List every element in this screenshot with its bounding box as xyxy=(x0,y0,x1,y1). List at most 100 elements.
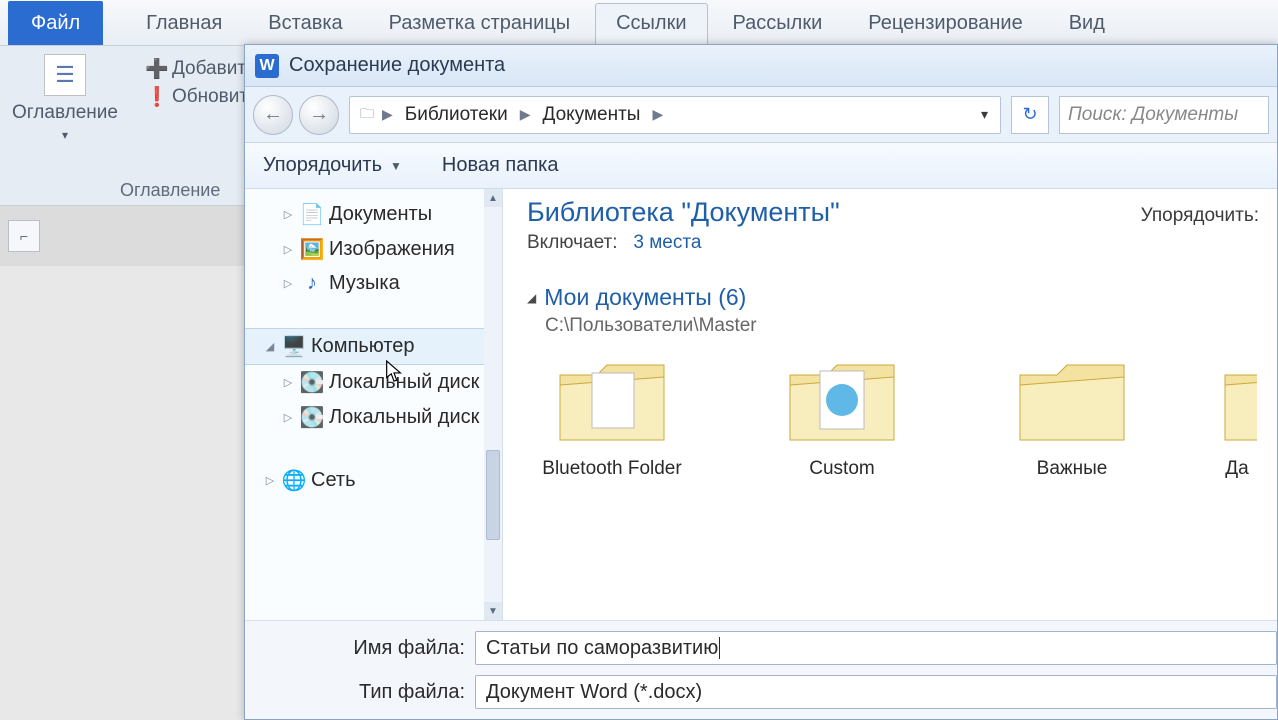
documents-icon: 📄 xyxy=(301,202,323,227)
filetype-row: Тип файла: Документ Word (*.docx) xyxy=(335,675,1277,709)
refresh-button[interactable]: ↻ xyxy=(1011,96,1049,134)
expand-icon[interactable]: ▷ xyxy=(281,411,295,424)
cursor-icon xyxy=(383,359,405,385)
ruler-corner-icon[interactable]: ⌐ xyxy=(8,220,40,252)
dialog-fields: Имя файла: Статьи по саморазвитию Тип фа… xyxy=(245,620,1277,719)
dialog-toolbar: Упорядочить ▼ Новая папка xyxy=(245,143,1277,189)
tree-item-documents[interactable]: ▷ 📄 Документы xyxy=(245,197,502,232)
breadcrumb-root[interactable]: Библиотеки xyxy=(395,104,518,126)
tree-item-images[interactable]: ▷ 🖼️ Изображения xyxy=(245,232,502,267)
folder-label: Да xyxy=(1225,458,1248,480)
folder-icon xyxy=(1217,355,1257,450)
tree-item-music[interactable]: ▷ ♪ Музыка xyxy=(245,267,502,300)
nav-tree: ▷ 📄 Документы ▷ 🖼️ Изображения ▷ ♪ Музык… xyxy=(245,189,503,620)
network-icon: 🌐 xyxy=(283,468,305,493)
toc-icon[interactable]: ☰ xyxy=(44,54,86,96)
images-icon: 🖼️ xyxy=(301,237,323,262)
expand-icon[interactable]: ▷ xyxy=(263,474,277,487)
sort-by-button[interactable]: Упорядочить: xyxy=(1141,205,1259,227)
folder-label: Bluetooth Folder xyxy=(542,458,681,480)
breadcrumb-dropdown-icon[interactable]: ▾ xyxy=(973,106,996,123)
tree-item-label: Документы xyxy=(329,203,432,226)
folder-label: Важные xyxy=(1037,458,1108,480)
tree-item-label: Компьютер xyxy=(311,335,415,358)
tree-item-network[interactable]: ▷ 🌐 Сеть xyxy=(245,463,502,498)
library-title: Библиотека "Документы" xyxy=(527,197,840,228)
folder-label: Custom xyxy=(809,458,874,480)
chevron-right-icon[interactable]: ▶ xyxy=(518,106,533,123)
tree-item-drive-c[interactable]: ▷ 💽 Локальный диск xyxy=(245,365,502,400)
organize-button[interactable]: Упорядочить ▼ xyxy=(263,154,402,177)
tree-item-label: Изображения xyxy=(329,238,455,261)
tree-item-label: Локальный диск xyxy=(329,406,479,429)
scroll-down-icon[interactable]: ▼ xyxy=(484,602,502,620)
nav-back-button[interactable]: ← xyxy=(253,95,293,135)
library-subtitle: Включает: 3 места xyxy=(527,232,1259,254)
tab-view[interactable]: Вид xyxy=(1048,3,1126,45)
tab-mail[interactable]: Рассылки xyxy=(712,3,844,45)
folder-grid: Bluetooth Folder Custom xyxy=(527,355,1259,480)
chevron-right-icon[interactable]: ▶ xyxy=(380,106,395,123)
tab-review[interactable]: Рецензирование xyxy=(847,3,1043,45)
breadcrumb-bar[interactable]: 🗀 ▶ Библиотеки ▶ Документы ▶ ▾ xyxy=(349,96,1001,134)
folder-item[interactable]: Bluetooth Folder xyxy=(527,355,697,480)
filetype-value: Документ Word (*.docx) xyxy=(486,681,702,704)
folder-item[interactable]: Важные xyxy=(987,355,1157,480)
tab-file[interactable]: Файл xyxy=(8,1,103,45)
organize-label: Упорядочить xyxy=(263,154,382,177)
save-as-dialog: W Сохранение документа ← → 🗀 ▶ Библиотек… xyxy=(244,44,1278,720)
tab-home[interactable]: Главная xyxy=(125,3,243,45)
text-caret-icon xyxy=(719,637,720,659)
filename-row: Имя файла: Статьи по саморазвитию xyxy=(335,631,1277,665)
breadcrumb-current[interactable]: Документы xyxy=(533,104,651,126)
word-ribbon-tabs: Файл Главная Вставка Разметка страницы С… xyxy=(0,0,1278,46)
drive-icon: 💽 xyxy=(301,405,323,430)
chevron-right-icon[interactable]: ▶ xyxy=(650,106,665,123)
collapse-icon[interactable]: ◢ xyxy=(263,340,277,353)
folder-root-icon: 🗀 xyxy=(354,103,380,127)
new-folder-button[interactable]: Новая папка xyxy=(442,154,559,177)
tab-insert[interactable]: Вставка xyxy=(247,3,363,45)
section-path: C:\Пользователи\Master xyxy=(545,315,1259,337)
filetype-label: Тип файла: xyxy=(335,681,465,704)
collapse-caret-icon[interactable]: ◢ xyxy=(527,291,536,305)
tree-item-drive-d[interactable]: ▷ 💽 Локальный диск xyxy=(245,400,502,435)
scroll-up-icon[interactable]: ▲ xyxy=(484,189,502,207)
dialog-body: ▷ 📄 Документы ▷ 🖼️ Изображения ▷ ♪ Музык… xyxy=(245,189,1277,620)
expand-icon[interactable]: ▷ xyxy=(281,208,295,221)
filename-value: Статьи по саморазвитию xyxy=(486,637,718,660)
tree-scrollbar[interactable]: ▲ ▼ xyxy=(484,189,502,620)
scroll-thumb[interactable] xyxy=(486,450,500,540)
toc-dropdown-caret[interactable]: ▾ xyxy=(62,128,68,142)
filename-input[interactable]: Статьи по саморазвитию xyxy=(475,631,1277,665)
tab-references[interactable]: Ссылки xyxy=(595,3,707,46)
ribbon-group-label: Оглавление xyxy=(0,180,220,201)
folder-content: Библиотека "Документы" Упорядочить: Вклю… xyxy=(503,189,1277,620)
dialog-titlebar[interactable]: W Сохранение документа xyxy=(245,45,1277,87)
tab-layout[interactable]: Разметка страницы xyxy=(368,3,591,45)
includes-label: Включает: xyxy=(527,232,618,253)
nav-forward-button[interactable]: → xyxy=(299,95,339,135)
dialog-address-bar: ← → 🗀 ▶ Библиотеки ▶ Документы ▶ ▾ ↻ Пои… xyxy=(245,87,1277,143)
includes-link[interactable]: 3 места xyxy=(633,232,701,253)
chevron-down-icon: ▼ xyxy=(390,159,402,173)
computer-icon: 🖥️ xyxy=(283,334,305,359)
folder-item[interactable]: Да xyxy=(1217,355,1257,480)
search-input[interactable]: Поиск: Документы xyxy=(1059,96,1269,134)
drive-icon: 💽 xyxy=(301,370,323,395)
section-title: Мои документы (6) xyxy=(544,284,746,311)
dialog-title: Сохранение документа xyxy=(289,54,505,77)
tree-item-label: Музыка xyxy=(329,272,400,295)
folder-icon xyxy=(1012,355,1132,450)
filename-label: Имя файла: xyxy=(335,637,465,660)
expand-icon[interactable]: ▷ xyxy=(281,277,295,290)
tree-item-label: Сеть xyxy=(311,469,355,492)
folder-item[interactable]: Custom xyxy=(757,355,927,480)
expand-icon[interactable]: ▷ xyxy=(281,243,295,256)
toc-label[interactable]: Оглавление xyxy=(12,102,118,124)
folder-icon xyxy=(552,355,672,450)
filetype-select[interactable]: Документ Word (*.docx) xyxy=(475,675,1277,709)
expand-icon[interactable]: ▷ xyxy=(281,376,295,389)
section-header[interactable]: ◢ Мои документы (6) xyxy=(527,284,1259,311)
tree-item-computer[interactable]: ◢ 🖥️ Компьютер xyxy=(245,328,502,365)
